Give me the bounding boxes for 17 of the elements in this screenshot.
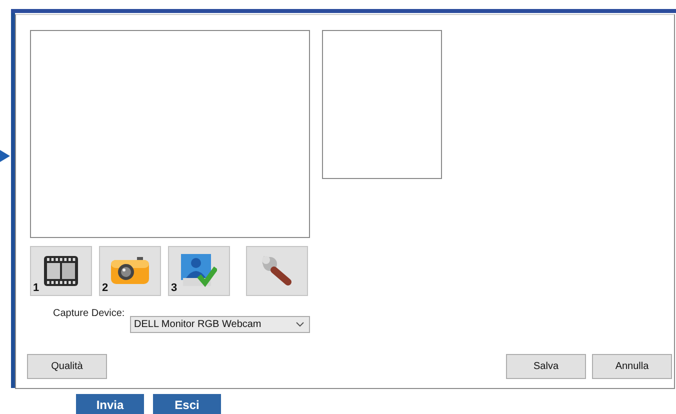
capture-device-dropdown[interactable]: DELL Monitor RGB Webcam: [130, 316, 310, 333]
user-check-icon: [181, 254, 217, 288]
chevron-down-icon: [296, 322, 304, 327]
camera-icon: [111, 257, 149, 285]
arrow-icon: [0, 150, 10, 162]
send-button[interactable]: Invia: [76, 394, 144, 414]
tool-button[interactable]: 2: [99, 246, 161, 296]
capture-device-label: Capture Device:: [53, 308, 126, 321]
tool-button[interactable]: 3: [168, 246, 230, 296]
tool-button[interactable]: [246, 246, 308, 296]
exit-button[interactable]: Esci: [153, 394, 221, 414]
cancel-button[interactable]: Annulla: [592, 354, 672, 379]
save-button[interactable]: Salva: [506, 354, 586, 379]
tool-button[interactable]: 1: [30, 246, 92, 296]
film-strip-icon: [44, 256, 78, 286]
wrench-icon: [260, 254, 294, 288]
quality-button[interactable]: Qualità: [27, 354, 107, 379]
